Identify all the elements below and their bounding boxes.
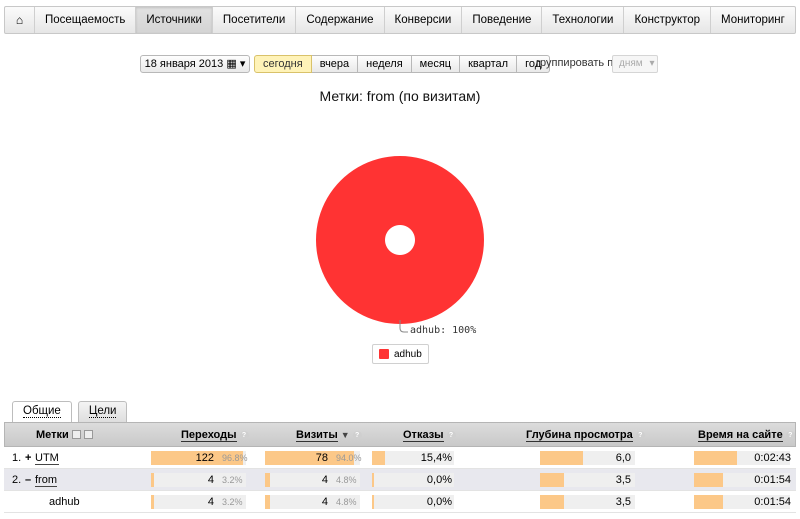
- row-toggle-icon[interactable]: –: [25, 474, 31, 486]
- legend-swatch-adhub: [379, 349, 389, 359]
- chevron-down-icon: ▾: [649, 58, 655, 69]
- nav-tab-technologies[interactable]: Технологии: [542, 7, 625, 33]
- row-number: 1.: [12, 452, 22, 464]
- period-selector: сегодня вчера неделя месяц квартал год: [254, 55, 551, 73]
- column-header-depth[interactable]: Глубина просмотра?: [526, 429, 645, 442]
- column-header-transitions[interactable]: Переходы?: [181, 429, 249, 442]
- report-table: Метки Переходы? Визиты ▼? Отказы? Глубина…: [4, 422, 796, 513]
- column-header-time[interactable]: Время на сайте?: [698, 429, 795, 442]
- transitions-value: 122: [195, 452, 214, 464]
- date-label: 18 января 2013: [144, 58, 224, 70]
- nav-tab-monitoring[interactable]: Мониторинг: [711, 7, 795, 33]
- time-bar-fill: [694, 495, 723, 509]
- group-by-label: группировать по: [536, 57, 620, 69]
- time-value: 0:01:54: [754, 496, 791, 508]
- depth-bar-fill: [540, 473, 564, 487]
- bounces-value: 0,0%: [426, 474, 452, 486]
- legend-item-adhub[interactable]: adhub: [394, 349, 422, 360]
- nav-tab-attendance[interactable]: Посещаемость: [35, 7, 137, 33]
- top-navigation: ⌂ Посещаемость Источники Посетители Соде…: [4, 6, 796, 34]
- bounces-value: 0,0%: [426, 496, 452, 508]
- slice-label-adhub: adhub: 100%: [410, 325, 477, 336]
- tree-view-icon[interactable]: [71, 430, 81, 439]
- nav-tab-behavior[interactable]: Поведение: [462, 7, 543, 33]
- table-row[interactable]: adhub 4 3.2% 4 4.8% 0,0% 3,5 0:01:54: [4, 491, 796, 513]
- row-number: 2.: [12, 474, 22, 486]
- pie-chart: [315, 156, 484, 333]
- chevron-down-icon: ▾: [239, 58, 246, 70]
- chart-legend: adhub: [372, 344, 429, 364]
- depth-bar-fill: [540, 451, 583, 465]
- nav-tab-content[interactable]: Содержание: [296, 7, 385, 33]
- period-month[interactable]: месяц: [411, 55, 461, 73]
- column-header-visits[interactable]: Визиты ▼?: [296, 429, 362, 442]
- calendar-icon: ▦: [226, 58, 237, 70]
- tab-goals[interactable]: Цели: [77, 401, 128, 422]
- bounces-value: 15,4%: [420, 452, 452, 464]
- row-toggle-icon[interactable]: +: [25, 452, 31, 464]
- visits-value: 4: [321, 474, 328, 486]
- visits-percent: 4.8%: [336, 497, 357, 507]
- group-by-value: дням: [619, 58, 643, 69]
- visits-percent: 4.8%: [336, 475, 357, 485]
- list-view-icon[interactable]: [83, 430, 93, 439]
- nav-tab-conversions[interactable]: Конверсии: [385, 7, 463, 33]
- row-label[interactable]: from: [35, 474, 57, 487]
- time-bar-fill: [694, 451, 738, 465]
- period-week[interactable]: неделя: [358, 55, 412, 73]
- transitions-percent: 96.8%: [222, 453, 248, 463]
- pie-slice-adhub[interactable]: [315, 156, 484, 324]
- help-icon[interactable]: ?: [446, 431, 456, 440]
- column-header-labels: Метки: [36, 429, 93, 441]
- visits-bar-fill: [265, 495, 270, 509]
- visits-bar-fill: [265, 473, 270, 487]
- table-row[interactable]: 1. + UTM 122 96.8% 78 94.0% 15,4% 6,0 0:02:4…: [4, 447, 796, 469]
- period-today[interactable]: сегодня: [254, 55, 312, 73]
- report-tabs: Общие Цели: [12, 401, 128, 423]
- nav-tab-constructor[interactable]: Конструктор: [624, 7, 712, 33]
- help-icon[interactable]: ?: [635, 431, 645, 440]
- visits-value: 78: [315, 452, 328, 464]
- transitions-value: 4: [207, 496, 214, 508]
- tab-general[interactable]: Общие: [12, 401, 72, 423]
- bounces-bar-fill: [372, 451, 385, 465]
- transitions-bar-fill: [151, 495, 155, 509]
- nav-tab-visitors[interactable]: Посетители: [213, 7, 297, 33]
- transitions-value: 4: [207, 474, 214, 486]
- sort-desc-icon: ▼: [340, 430, 350, 440]
- table-row[interactable]: 2. – from 4 3.2% 4 4.8% 0,0% 3,5 0:01:54: [4, 469, 796, 491]
- row-label[interactable]: UTM: [35, 452, 59, 465]
- time-value: 0:01:54: [754, 474, 791, 486]
- period-controls: 18 января 2013 ▦ ▾ сегодня вчера неделя …: [0, 55, 800, 73]
- depth-value: 3,5: [615, 496, 631, 508]
- bounces-bar-fill: [372, 495, 374, 509]
- house-icon[interactable]: ⌂: [5, 7, 35, 33]
- period-quarter[interactable]: квартал: [460, 55, 518, 73]
- depth-value: 6,0: [615, 452, 631, 464]
- visits-value: 4: [321, 496, 328, 508]
- group-by-select[interactable]: дням ▾: [612, 55, 658, 73]
- depth-value: 3,5: [615, 474, 631, 486]
- transitions-percent: 3.2%: [222, 497, 243, 507]
- transitions-bar-fill: [151, 473, 155, 487]
- table-header: Метки Переходы? Визиты ▼? Отказы? Глубина…: [4, 422, 796, 447]
- chart-title: Метки: from (по визитам): [319, 88, 481, 104]
- depth-bar-fill: [540, 495, 564, 509]
- transitions-percent: 3.2%: [222, 475, 243, 485]
- nav-tab-sources[interactable]: Источники: [136, 7, 213, 33]
- bounces-bar-fill: [372, 473, 374, 487]
- table-body: 1. + UTM 122 96.8% 78 94.0% 15,4% 6,0 0:02:4…: [4, 447, 796, 513]
- date-picker-button[interactable]: 18 января 2013 ▦ ▾: [140, 55, 250, 73]
- help-icon[interactable]: ?: [785, 431, 795, 440]
- time-bar-fill: [694, 473, 723, 487]
- row-label: adhub: [49, 496, 80, 508]
- visits-percent: 94.0%: [336, 453, 362, 463]
- help-icon[interactable]: ?: [239, 431, 249, 440]
- period-yesterday[interactable]: вчера: [311, 55, 359, 73]
- column-header-bounces[interactable]: Отказы?: [403, 429, 456, 442]
- time-value: 0:02:43: [754, 452, 791, 464]
- help-icon[interactable]: ?: [352, 431, 362, 440]
